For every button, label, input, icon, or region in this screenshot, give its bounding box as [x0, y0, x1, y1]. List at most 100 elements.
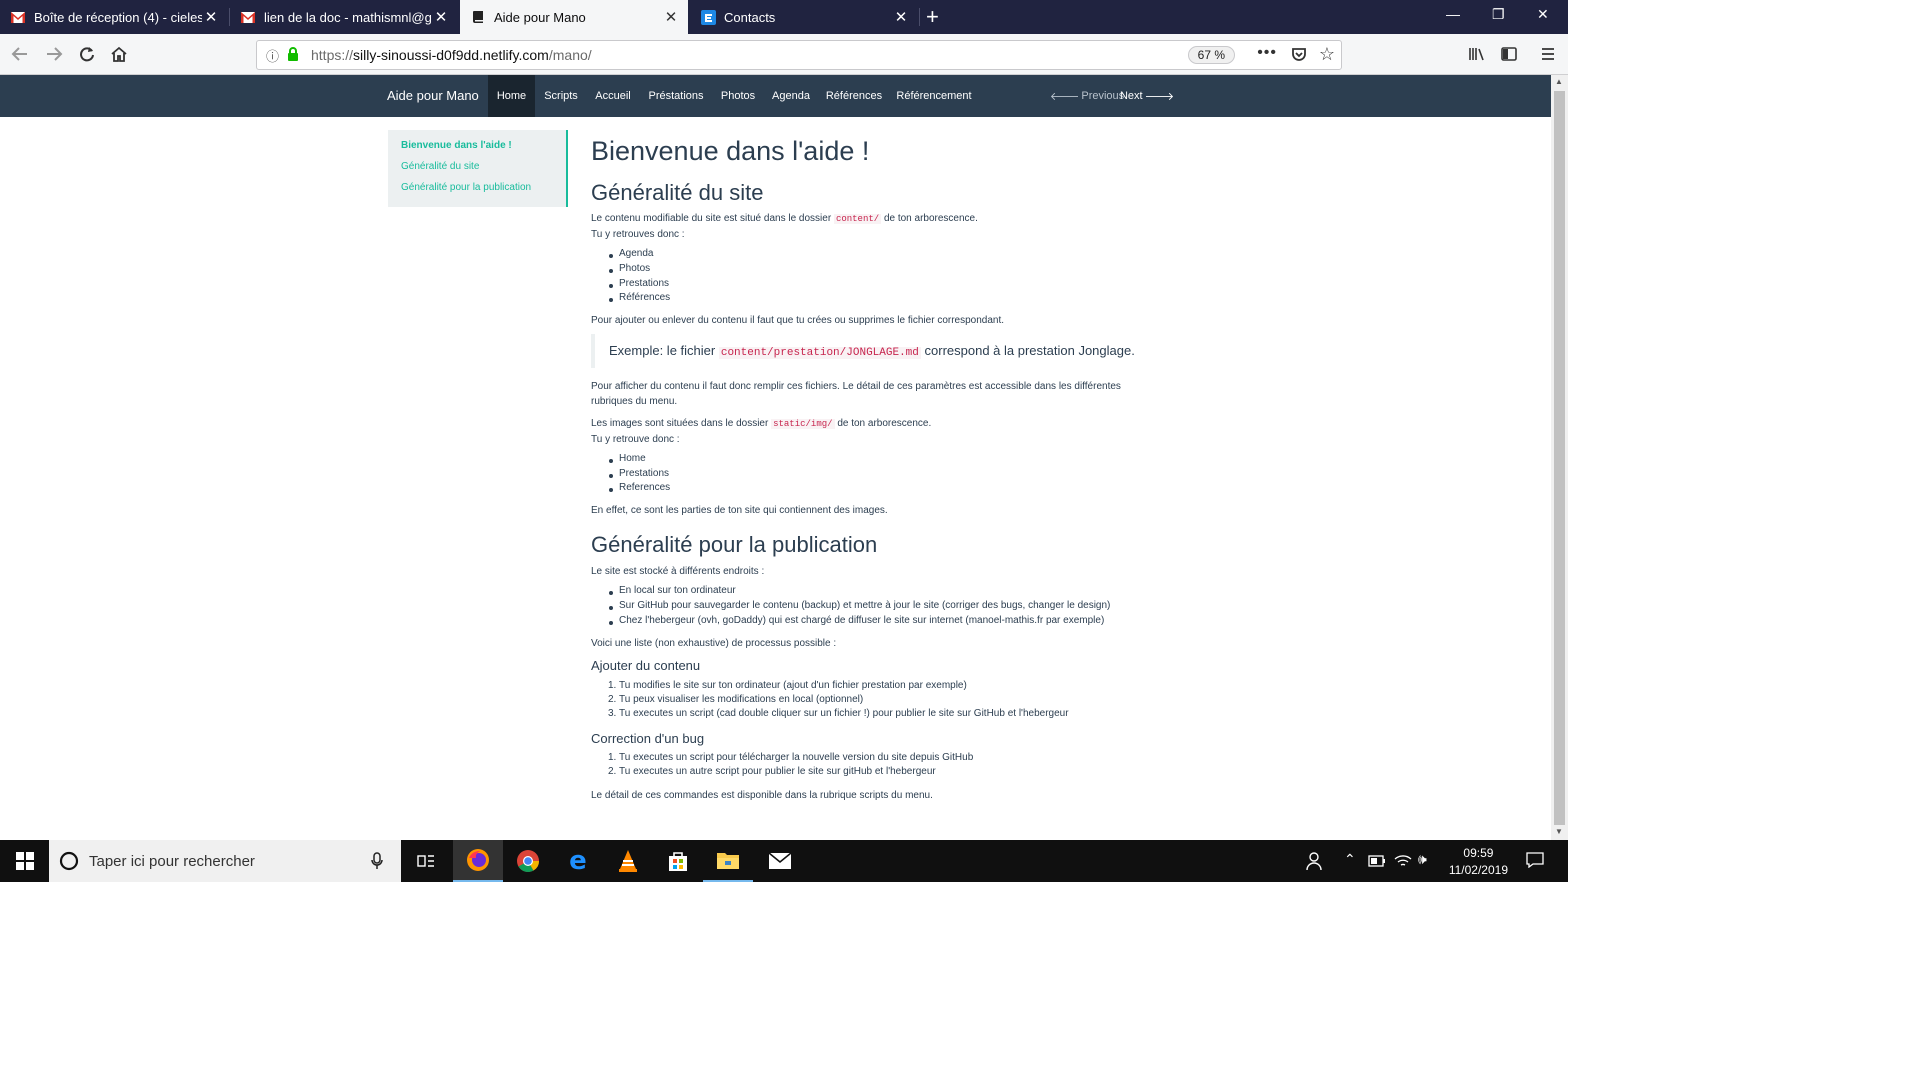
browser-navigation-bar: ⓘ https://silly-sinoussi-d0f9dd.netlify.… — [0, 34, 1568, 75]
list-number: 2. — [608, 694, 617, 705]
sidebar-toggle-icon[interactable] — [1497, 42, 1521, 66]
previous-label: Previous — [1081, 90, 1125, 102]
images-intro: Les images sont situées dans le dossier … — [591, 418, 932, 445]
clock-date: 11/02/2019 — [1448, 863, 1508, 877]
system-clock[interactable]: 09:59 11/02/2019 — [1449, 845, 1508, 879]
list-number: 2. — [608, 766, 617, 777]
reload-icon[interactable] — [75, 42, 99, 66]
store-icon[interactable] — [653, 840, 703, 882]
subheading-correction: Correction d'un bug — [591, 731, 705, 746]
chevron-up-icon[interactable]: ⌃ — [1344, 851, 1356, 868]
zoom-indicator[interactable]: 67 % — [1187, 46, 1235, 64]
bookmark-star-icon[interactable]: ☆ — [1319, 44, 1335, 65]
pocket-icon[interactable] — [1291, 46, 1307, 67]
list-item: Sur GitHub pour sauvegarder le contenu (… — [619, 600, 1111, 611]
bullet — [609, 459, 613, 463]
toc-item-bienvenue[interactable]: Bienvenue dans l'aide ! — [401, 140, 512, 151]
nav-scripts[interactable]: Scripts — [535, 75, 587, 117]
list-item: Tu executes un autre script pour publier… — [619, 766, 936, 777]
volume-icon[interactable]: 🕪 — [1418, 851, 1427, 868]
bullet — [609, 254, 613, 258]
nav-prestations[interactable]: Préstations — [639, 75, 713, 117]
tab-title: lien de la doc - mathismnl@gm — [264, 9, 432, 25]
list-number: 1. — [608, 680, 617, 691]
library-icon[interactable] — [1465, 42, 1489, 66]
nav-accueil[interactable]: Accueil — [587, 75, 639, 117]
restore-icon[interactable]: ❐ — [1492, 6, 1505, 23]
taskbar-search-box[interactable]: Taper ici pour rechercher — [49, 840, 401, 882]
previous-link[interactable]: 🡐 Previous — [1050, 75, 1124, 117]
code-inline: content/ — [833, 214, 882, 224]
arrow-right-icon: 🡒 — [1144, 91, 1175, 103]
hamburger-menu-icon[interactable] — [1536, 42, 1560, 66]
example-text: Exemple: le fichier content/prestation/J… — [609, 343, 1135, 359]
task-view-icon[interactable] — [401, 840, 451, 882]
close-tab-icon[interactable]: ✕ — [202, 8, 220, 26]
new-tab-icon[interactable]: + — [926, 4, 939, 30]
edge-icon[interactable]: e — [553, 840, 603, 882]
mail-icon[interactable] — [755, 840, 805, 882]
windows-start-icon[interactable] — [0, 840, 50, 882]
close-tab-icon[interactable]: ✕ — [892, 8, 910, 26]
list-item: Home — [619, 453, 646, 464]
list-number: 1. — [608, 752, 617, 763]
nav-agenda[interactable]: Agenda — [763, 75, 819, 117]
close-tab-icon[interactable]: ✕ — [432, 8, 450, 26]
section-heading-site: Généralité du site — [591, 180, 764, 205]
bullet — [609, 606, 613, 610]
next-link[interactable]: Next 🡒 — [1120, 75, 1174, 117]
list-item: Tu executes un script (cad double clique… — [619, 708, 1069, 719]
list-item: Prestations — [619, 278, 670, 289]
wifi-icon[interactable] — [1394, 852, 1412, 873]
tab-contacts[interactable]: Contacts ✕ — [690, 0, 918, 34]
people-icon[interactable] — [1306, 851, 1326, 876]
back-arrow-icon[interactable] — [8, 42, 32, 66]
scroll-down-icon[interactable]: ▼ — [1555, 827, 1563, 836]
toc-item-generalite-site[interactable]: Généralité du site — [401, 161, 479, 172]
vlc-icon[interactable] — [603, 840, 653, 882]
home-icon[interactable] — [107, 42, 131, 66]
info-icon[interactable]: ⓘ — [266, 46, 279, 65]
browser-tab-bar: Boîte de réception (4) - cielesch ✕ lien… — [0, 0, 1568, 34]
bullet — [609, 298, 613, 302]
gmail-icon — [240, 9, 256, 25]
nav-home[interactable]: Home — [488, 75, 535, 117]
forward-arrow-icon[interactable] — [42, 42, 66, 66]
list-item: Prestations — [619, 468, 670, 479]
close-tab-icon[interactable]: ✕ — [662, 8, 680, 26]
site-header: Aide pour Mano Home Scripts Accueil Prés… — [0, 75, 1551, 117]
battery-icon[interactable] — [1368, 854, 1386, 872]
action-center-icon[interactable] — [1526, 852, 1544, 873]
microphone-icon[interactable] — [371, 852, 383, 875]
chrome-icon[interactable] — [503, 840, 553, 882]
scrollbar-thumb[interactable] — [1554, 91, 1565, 825]
bullet — [609, 269, 613, 273]
scroll-up-icon[interactable]: ▲ — [1555, 77, 1563, 86]
next-label: Next — [1119, 90, 1143, 102]
minimize-icon[interactable]: — — [1446, 6, 1460, 22]
address-bar[interactable]: ⓘ https://silly-sinoussi-d0f9dd.netlify.… — [256, 40, 1342, 70]
tab-gmail-inbox[interactable]: Boîte de réception (4) - cielesch ✕ — [0, 0, 228, 34]
nav-photos[interactable]: Photos — [713, 75, 763, 117]
list-item: En local sur ton ordinateur — [619, 585, 736, 596]
file-explorer-icon[interactable] — [703, 840, 753, 882]
page-actions-icon[interactable]: ••• — [1257, 44, 1277, 62]
bullet — [609, 284, 613, 288]
page-scrollbar[interactable]: ▲ ▼ — [1551, 75, 1568, 840]
arrow-left-icon: 🡐 — [1049, 91, 1080, 103]
site-brand[interactable]: Aide pour Mano — [387, 88, 479, 103]
nav-referencement[interactable]: Référencement — [889, 75, 979, 117]
code-inline: content/prestation/JONGLAGE.md — [718, 347, 921, 359]
list-item: Tu executes un script pour télécharger l… — [619, 752, 974, 763]
code-inline: static/img/ — [771, 419, 835, 429]
list-item: Références — [619, 292, 671, 303]
tab-gmail-doc[interactable]: lien de la doc - mathismnl@gm ✕ — [230, 0, 458, 34]
firefox-icon[interactable] — [453, 840, 503, 882]
nav-references[interactable]: Références — [819, 75, 889, 117]
footer-note: Le détail de ces commandes est disponibl… — [591, 790, 933, 801]
subheading-ajouter: Ajouter du contenu — [591, 658, 701, 673]
toc-item-generalite-publication[interactable]: Généralité pour la publication — [401, 182, 531, 193]
close-window-icon[interactable]: ✕ — [1537, 6, 1549, 23]
add-remove-paragraph: Pour ajouter ou enlever du contenu il fa… — [591, 315, 1005, 326]
tab-aide-pour-mano[interactable]: Aide pour Mano ✕ — [460, 0, 688, 34]
